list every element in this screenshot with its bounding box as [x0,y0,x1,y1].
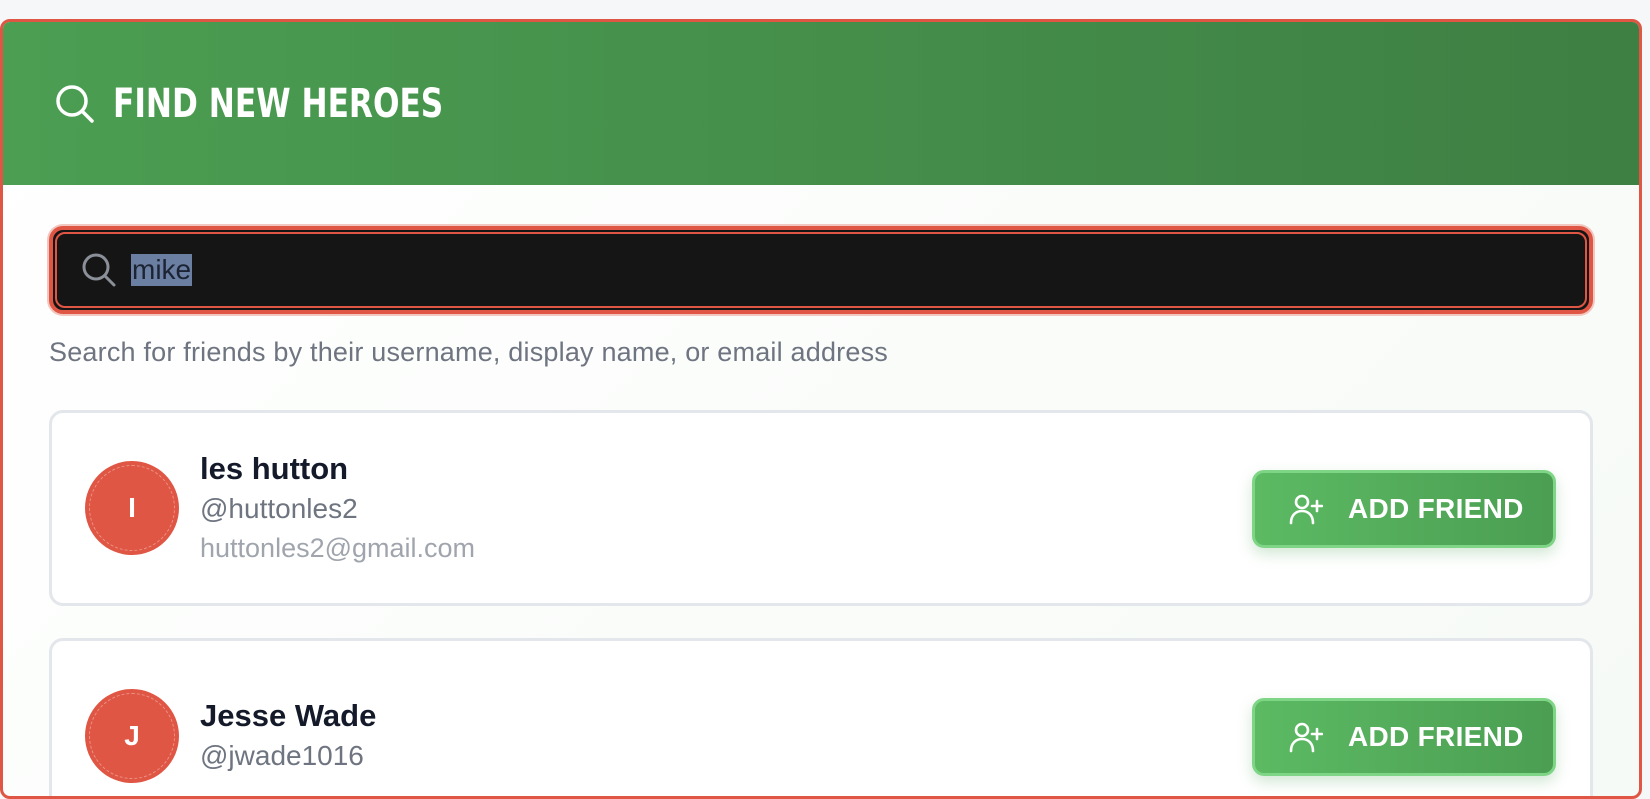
list-item: J Jesse Wade @jwade1016 ADD FRIEND [49,638,1593,796]
page-title: FIND NEW HEROES [113,80,444,127]
user-info: Jesse Wade @jwade1016 [200,696,376,776]
add-friend-label: ADD FRIEND [1348,493,1524,524]
user-name: les hutton [200,451,349,486]
user-email: huttonles2@gmail.com [200,533,476,563]
user-info: les hutton @huttonles2 huttonles2@gmail.… [200,449,475,567]
list-item: I les hutton @huttonles2 huttonles2@gmai… [49,410,1593,606]
find-heroes-panel: FIND NEW HEROES mike Search for friends … [0,19,1642,799]
user-name: Jesse Wade [200,698,377,733]
avatar: J [85,689,179,783]
search-box[interactable]: mike [49,226,1593,314]
add-friend-label: ADD FRIEND [1348,721,1524,752]
search-input[interactable]: mike [131,230,1589,310]
user-plus-icon [1288,719,1324,755]
user-handle: @huttonles2 [200,493,358,524]
search-input-value: mike [131,254,193,286]
add-friend-button[interactable]: ADD FRIEND [1252,470,1556,548]
panel-header: FIND NEW HEROES [3,22,1639,185]
user-handle: @jwade1016 [200,740,364,771]
search-icon [79,250,119,290]
avatar-initial: I [128,492,136,523]
panel-body: mike Search for friends by their usernam… [3,226,1639,796]
search-hint: Search for friends by their username, di… [49,337,888,367]
user-plus-icon [1288,491,1324,527]
search-icon [53,82,97,126]
avatar: I [85,461,179,555]
add-friend-button[interactable]: ADD FRIEND [1252,698,1556,776]
avatar-initial: J [124,720,140,751]
